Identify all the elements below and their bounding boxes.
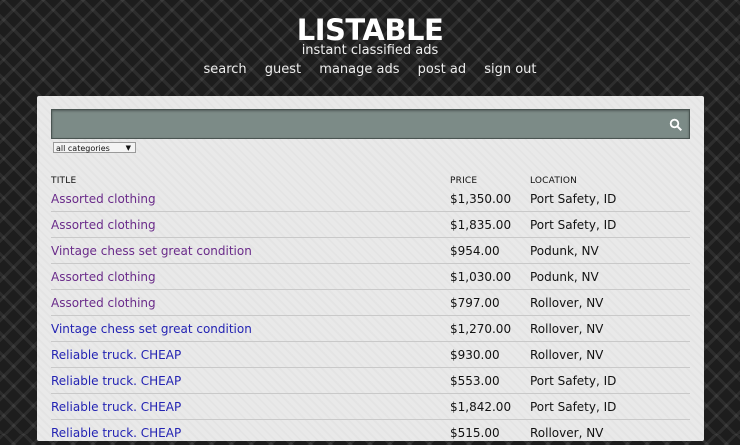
listing-price: $515.00: [450, 420, 530, 445]
listing-location: Podunk, NV: [530, 238, 690, 264]
listing-price: $1,842.00: [450, 394, 530, 420]
table-row: Reliable truck. CHEAP $553.00Port Safety,…: [51, 368, 690, 394]
site-header: LISTABLE instant classified ads search g…: [0, 0, 740, 96]
category-select[interactable]: all categories ▼: [53, 142, 136, 153]
listing-location: Podunk, NV: [530, 264, 690, 290]
listing-location: Rollover, NV: [530, 316, 690, 342]
listing-title-link[interactable]: Reliable truck. CHEAP: [51, 400, 181, 414]
listing-title-link[interactable]: Reliable truck. CHEAP: [51, 426, 181, 440]
listing-title-link[interactable]: Assorted clothing: [51, 192, 156, 206]
listing-title-cell: Reliable truck. CHEAP: [51, 368, 450, 394]
chevron-down-icon: ▼: [126, 143, 131, 154]
listing-title-cell: Assorted clothing: [51, 264, 450, 290]
table-header-row: TITLE PRICE LOCATION: [51, 172, 690, 186]
listing-title-cell: Assorted clothing: [51, 212, 450, 238]
table-row: Vintage chess set great condition $1,270.…: [51, 316, 690, 342]
listing-price: $553.00: [450, 368, 530, 394]
listing-location: Rollover, NV: [530, 420, 690, 445]
listing-title-cell: Assorted clothing: [51, 290, 450, 316]
header-location[interactable]: LOCATION: [530, 172, 690, 186]
main-nav: search guest manage ads post ad sign out: [0, 62, 740, 78]
listing-location: Port Safety, ID: [530, 368, 690, 394]
search-icon[interactable]: [669, 117, 683, 131]
table-row: Reliable truck. CHEAP $515.00Rollover, NV: [51, 420, 690, 445]
listing-location: Rollover, NV: [530, 342, 690, 368]
listing-title-cell: Reliable truck. CHEAP: [51, 342, 450, 368]
table-row: Assorted clothing $1,350.00Port Safety, I…: [51, 186, 690, 212]
listing-price: $1,270.00: [450, 316, 530, 342]
listing-location: Port Safety, ID: [530, 186, 690, 212]
table-row: Reliable truck. CHEAP $930.00Rollover, NV: [51, 342, 690, 368]
category-select-value: all categories: [56, 144, 110, 153]
site-logo[interactable]: LISTABLE: [0, 14, 740, 46]
listing-title-link[interactable]: Assorted clothing: [51, 296, 156, 310]
table-row: Assorted clothing $797.00Rollover, NV: [51, 290, 690, 316]
listing-title-link[interactable]: Reliable truck. CHEAP: [51, 348, 181, 362]
table-row: Assorted clothing $1,835.00Port Safety, I…: [51, 212, 690, 238]
listing-price: $1,030.00: [450, 264, 530, 290]
listing-title-cell: Assorted clothing: [51, 186, 450, 212]
listing-title-link[interactable]: Assorted clothing: [51, 218, 156, 232]
search-input[interactable]: [51, 109, 690, 139]
listing-location: Port Safety, ID: [530, 212, 690, 238]
listing-price: $1,350.00: [450, 186, 530, 212]
listing-title-link[interactable]: Vintage chess set great condition: [51, 244, 252, 258]
header-price[interactable]: PRICE: [450, 172, 530, 186]
listing-title-cell: Vintage chess set great condition: [51, 316, 450, 342]
site-tagline: instant classified ads: [0, 43, 740, 59]
listing-price: $930.00: [450, 342, 530, 368]
header-title[interactable]: TITLE: [51, 172, 450, 186]
listing-title-link[interactable]: Assorted clothing: [51, 270, 156, 284]
nav-post-ad[interactable]: post ad: [418, 62, 466, 77]
listings-panel: all categories ▼ TITLE PRICE LOCATION As…: [37, 96, 704, 441]
listing-price: $954.00: [450, 238, 530, 264]
table-row: Assorted clothing $1,030.00Podunk, NV: [51, 264, 690, 290]
listing-title-cell: Reliable truck. CHEAP: [51, 394, 450, 420]
listings-table: TITLE PRICE LOCATION Assorted clothing $1…: [51, 172, 690, 445]
listing-title-cell: Reliable truck. CHEAP: [51, 420, 450, 445]
listing-title-cell: Vintage chess set great condition: [51, 238, 450, 264]
nav-sign-out[interactable]: sign out: [484, 62, 536, 77]
listing-location: Port Safety, ID: [530, 394, 690, 420]
listing-title-link[interactable]: Vintage chess set great condition: [51, 322, 252, 336]
nav-manage-ads[interactable]: manage ads: [319, 62, 399, 77]
listing-price: $1,835.00: [450, 212, 530, 238]
listing-location: Rollover, NV: [530, 290, 690, 316]
listing-price: $797.00: [450, 290, 530, 316]
table-row: Vintage chess set great condition $954.00…: [51, 238, 690, 264]
nav-search[interactable]: search: [203, 62, 246, 77]
listing-title-link[interactable]: Reliable truck. CHEAP: [51, 374, 181, 388]
table-row: Reliable truck. CHEAP $1,842.00Port Safet…: [51, 394, 690, 420]
nav-guest[interactable]: guest: [265, 62, 301, 77]
